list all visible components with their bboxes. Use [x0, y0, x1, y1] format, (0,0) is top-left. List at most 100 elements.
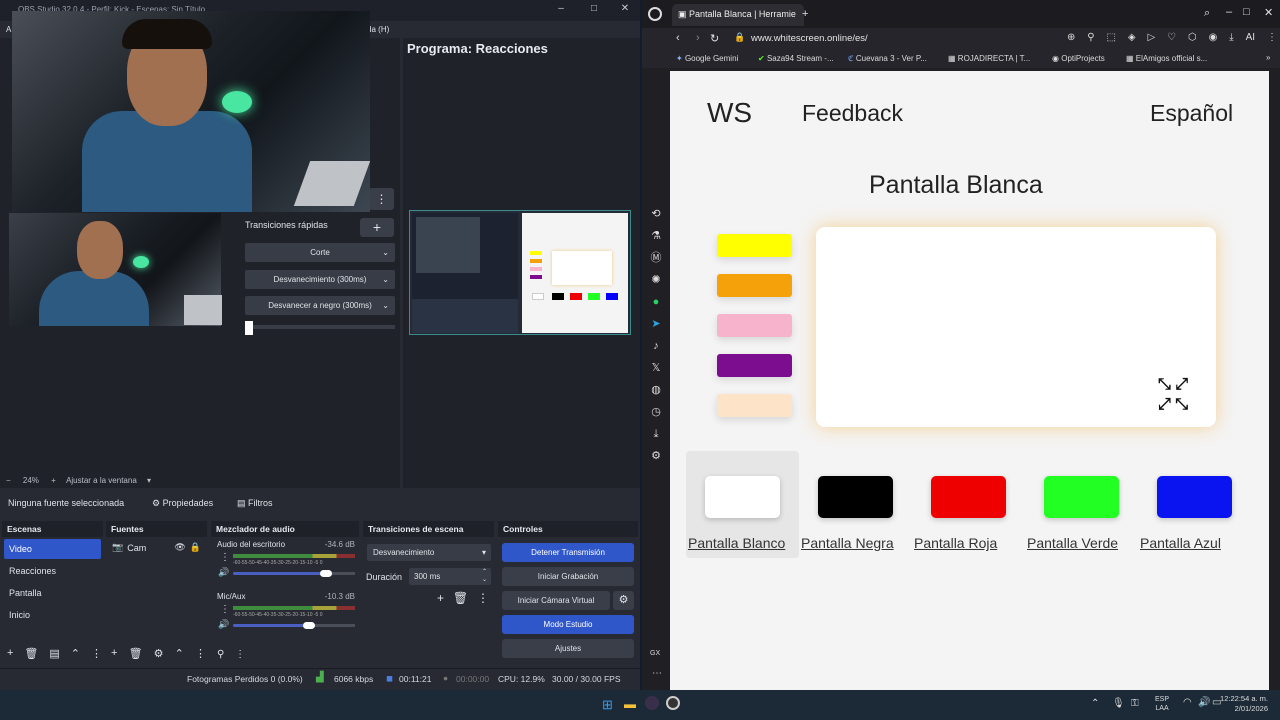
add-icon[interactable]: + [7, 647, 13, 660]
chevron-up-icon[interactable]: ⌃ [71, 647, 80, 660]
search-icon[interactable]: ⌕ [1204, 7, 1210, 20]
bookmark-item[interactable]: ✦ Google Gemini [676, 54, 738, 63]
speaker-icon[interactable]: 🔊 [218, 567, 229, 578]
lock-icon[interactable]: 🔒 [190, 542, 201, 553]
more-icon[interactable]: ⋮ [220, 552, 230, 563]
gear-icon[interactable]: ⚙ [154, 647, 164, 660]
transition-slider-handle[interactable] [245, 321, 253, 335]
add-quick-transition-button[interactable]: + [360, 218, 394, 237]
telegram-icon[interactable]: ➤ [650, 313, 662, 335]
zoom-icon[interactable]: ⊕ [1067, 32, 1075, 43]
more-icon[interactable]: ⋮ [477, 591, 489, 605]
language-indicator[interactable]: ESP LAA [1155, 695, 1169, 713]
eye-icon[interactable]: 👁 [174, 542, 185, 553]
chevron-up-icon[interactable]: ⌃ [1091, 698, 1099, 709]
aria-icon[interactable]: ⚗ [650, 225, 662, 247]
more-icon[interactable]: ⋮ [220, 604, 230, 615]
m-icon[interactable]: Ⓜ [650, 247, 662, 269]
filters-button[interactable]: ▤ Filtros [237, 498, 273, 509]
quick-transition-fade-black[interactable]: Desvanecer a negro (300ms) ⌄ [245, 296, 395, 315]
clock-icon[interactable]: ◷ [650, 401, 662, 423]
more-icon[interactable]: ⋮ [195, 647, 206, 660]
forward-icon[interactable]: › [696, 32, 700, 44]
start-virtual-camera-button[interactable]: Iniciar Cámara Virtual [502, 591, 610, 610]
fullscreen-icon[interactable]: ⤡ ⤢ ⤢ ⤡ [1158, 375, 1198, 415]
scene-item[interactable]: Pantalla [4, 583, 101, 603]
volume-icon[interactable]: 🔊 [1198, 697, 1210, 708]
shield-icon[interactable]: ◈ [1128, 32, 1136, 43]
add-icon[interactable]: + [437, 591, 444, 605]
filter-icon[interactable]: ▤ [49, 647, 59, 660]
color-link[interactable]: Pantalla Verde [1027, 535, 1118, 551]
whatsapp-icon[interactable]: ● [650, 291, 662, 313]
color-link[interactable]: Pantalla Blanco [688, 535, 785, 551]
bookmark-item[interactable]: ℭ Cuevana 3 - Ver P... [848, 54, 927, 63]
menu-item[interactable]: A [6, 25, 11, 34]
more-icon[interactable]: ⋮ [91, 647, 102, 660]
gx-icon[interactable]: GX [650, 650, 660, 657]
stepper-icon[interactable]: ⌃ ⌄ [482, 568, 487, 584]
windows-start-icon[interactable]: ⊞ [602, 697, 613, 713]
minimize-icon[interactable]: – [1226, 6, 1232, 18]
more-icon[interactable]: ⋯ [652, 668, 662, 679]
start-recording-button[interactable]: Iniciar Grabación [502, 567, 634, 586]
settings-button[interactable]: Ajustes [502, 639, 634, 658]
source-item-cam[interactable]: 📷 Cam 👁 🔒 [106, 537, 207, 558]
close-icon[interactable]: ✕ [618, 3, 632, 17]
more-icon[interactable]: ⋮ [235, 649, 245, 660]
wifi-icon[interactable]: ◠ [1183, 697, 1192, 708]
chevron-right-icon[interactable]: » [1266, 53, 1270, 62]
opera-gx-taskbar-icon[interactable] [645, 696, 659, 710]
download-icon[interactable]: ⤓ [1229, 32, 1233, 43]
duration-input[interactable]: 300 ms ⌃ ⌄ [409, 568, 491, 585]
color-button[interactable] [818, 476, 893, 518]
tab-active[interactable]: ▣ Pantalla Blanca | Herramie [672, 4, 804, 26]
reload-icon[interactable]: ↻ [710, 32, 719, 45]
white-screen-preview[interactable]: ⤡ ⤢ ⤢ ⤡ [816, 227, 1216, 427]
history-icon[interactable]: ⟲ [650, 203, 662, 225]
gear-icon[interactable]: ⚙ [613, 591, 634, 610]
avatar-icon[interactable]: ◉ [1209, 32, 1218, 43]
chatgpt-icon[interactable]: ✺ [650, 269, 662, 291]
close-icon[interactable]: ✕ [1264, 6, 1273, 19]
bookmark-item[interactable]: ▦ ROJADIRECTA | T... [948, 54, 1030, 63]
opera-logo-icon[interactable] [648, 7, 662, 21]
new-tab-icon[interactable]: + [802, 8, 808, 20]
pin-icon[interactable]: ⚲ [1087, 32, 1094, 43]
chevron-down-icon[interactable]: ▾ [147, 476, 151, 485]
back-icon[interactable]: ‹ [676, 32, 680, 44]
menu-icon[interactable]: ⋮ [1267, 32, 1277, 43]
minimize-icon[interactable]: – [554, 3, 568, 17]
pinboard-icon[interactable]: ◍ [650, 379, 662, 401]
heart-icon[interactable]: ♡ [1167, 32, 1176, 43]
download-icon[interactable]: ⤓ [650, 423, 662, 445]
color-swatch[interactable] [717, 394, 792, 417]
color-swatch[interactable] [717, 314, 792, 337]
tiktok-icon[interactable]: ♪ [650, 335, 662, 357]
bookmark-item[interactable]: ◉ OptiProjects [1052, 54, 1105, 63]
color-link[interactable]: Pantalla Roja [914, 535, 997, 551]
language-selector[interactable]: Español [1150, 100, 1233, 127]
url-field[interactable]: www.whitescreen.online/es/ [751, 33, 868, 44]
x-icon[interactable]: 𝕏 [650, 357, 662, 379]
zoom-out-button[interactable]: − [6, 476, 11, 485]
link-icon[interactable]: ⚲ [217, 649, 224, 660]
obs-taskbar-icon[interactable] [666, 696, 680, 710]
properties-button[interactable]: ⚙ Propiedades [152, 498, 213, 509]
file-explorer-icon[interactable]: ▬ [624, 697, 636, 711]
extensions-icon[interactable]: ⬡ [1188, 32, 1197, 43]
scene-item[interactable]: Inicio [4, 605, 101, 625]
trash-icon[interactable]: 🗑 [129, 647, 143, 660]
color-swatch[interactable] [717, 354, 792, 377]
bookmark-item[interactable]: ✔ Saza94 Stream -... [758, 54, 834, 63]
volume-knob[interactable] [319, 570, 332, 577]
color-link[interactable]: Pantalla Azul [1140, 535, 1221, 551]
color-link[interactable]: Pantalla Negra [801, 535, 894, 551]
feedback-link[interactable]: Feedback [802, 100, 903, 127]
quick-transition-cut[interactable]: Corte ⌄ [245, 243, 395, 262]
quick-transition-fade[interactable]: Desvanecimiento (300ms) ⌄ [245, 270, 395, 289]
volume-slider[interactable] [233, 624, 309, 627]
studio-mode-button[interactable]: Modo Estudio [502, 615, 634, 634]
volume-knob[interactable] [302, 622, 315, 629]
microphone-icon[interactable]: 🎙 [1112, 698, 1125, 709]
